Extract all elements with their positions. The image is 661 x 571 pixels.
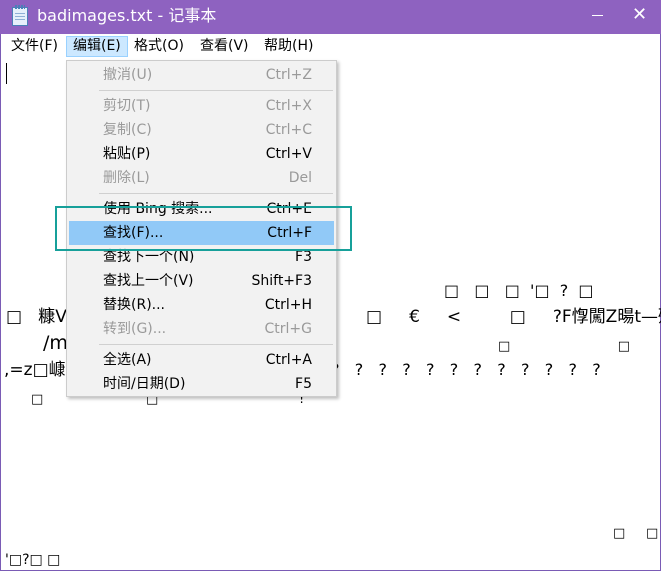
menu-item-shortcut: Ctrl+V (265, 146, 312, 162)
menu-item-cut[interactable]: 剪切(T) Ctrl+X (69, 94, 334, 118)
text-caret (6, 63, 7, 84)
menu-item-shortcut: Ctrl+X (265, 98, 312, 114)
menu-item-shortcut: Ctrl+Z (265, 67, 312, 83)
text-line: ? ? ? ? ? ? ? ? ? ? ? ? (331, 360, 601, 379)
menu-item-label: 查找上一个(V) (103, 273, 194, 289)
menu-item-shortcut: Ctrl+C (265, 122, 312, 138)
menu-item-delete[interactable]: 删除(L) Del (69, 166, 334, 190)
menu-separator (99, 344, 333, 345)
menu-bar: 文件(F) 编辑(E) 格式(O) 查看(V) 帮助(H) (1, 34, 660, 59)
menu-item-time-date[interactable]: 时间/日期(D) F5 (69, 372, 334, 396)
menu-item-label: 替换(R)... (103, 297, 166, 313)
title-bar[interactable]: badimages.txt - 记事本 ✕ (0, 0, 661, 34)
text-line: /m (43, 332, 68, 354)
menu-item-goto[interactable]: 转到(G)... Ctrl+G (69, 317, 334, 341)
menu-item-label: 剪切(T) (103, 98, 151, 114)
menu-item-label: 转到(G)... (103, 321, 167, 337)
menu-item-copy[interactable]: 复制(C) Ctrl+C (69, 118, 334, 142)
text-line: □ € < □ ?F惸闖Z暘t—殌 (366, 307, 661, 327)
menu-item-label: 撤消(U) (103, 67, 153, 83)
menu-item-shortcut: Ctrl+A (265, 352, 312, 368)
menu-item-label: 粘贴(P) (103, 146, 151, 162)
menu-item-label: 复制(C) (103, 122, 152, 138)
text-line: □ □ (498, 339, 631, 354)
text-line: '□?□ □ (5, 552, 61, 568)
menu-item-paste[interactable]: 粘贴(P) Ctrl+V (69, 142, 334, 166)
menu-format[interactable]: 格式(O) (128, 36, 190, 57)
menu-item-shortcut: F5 (295, 376, 312, 392)
menu-item-replace[interactable]: 替换(R)... Ctrl+H (69, 293, 334, 317)
menu-item-find-previous[interactable]: 查找上一个(V) Shift+F3 (69, 269, 334, 293)
text-line: □ □ □ '□ ? □ (444, 281, 594, 300)
text-line: □ □ (613, 526, 659, 541)
text-line: □ 糠V (6, 307, 67, 327)
notepad-app-icon[interactable] (12, 5, 28, 26)
menu-item-select-all[interactable]: 全选(A) Ctrl+A (69, 348, 334, 372)
menu-separator (99, 90, 333, 91)
menu-item-shortcut: Del (288, 170, 312, 186)
menu-help[interactable]: 帮助(H) (258, 36, 319, 57)
menu-item-label: 时间/日期(D) (103, 376, 186, 392)
menu-item-undo[interactable]: 撤消(U) Ctrl+Z (69, 63, 334, 87)
window-title: badimages.txt - 记事本 (37, 6, 217, 25)
menu-file[interactable]: 文件(F) (5, 36, 64, 57)
menu-edit[interactable]: 编辑(E) (66, 36, 128, 57)
close-icon: ✕ (632, 4, 648, 25)
text-line: ,=z□嵻 (4, 360, 66, 380)
menu-separator (99, 193, 333, 194)
menu-item-label: 删除(L) (103, 170, 150, 186)
menu-item-shortcut: Ctrl+G (264, 321, 313, 337)
menu-item-shortcut: Ctrl+H (264, 297, 312, 313)
menu-item-shortcut: Shift+F3 (251, 273, 312, 289)
minimize-button[interactable] (580, 0, 616, 30)
menu-item-label: 全选(A) (103, 352, 152, 368)
highlight-annotation-box (55, 206, 352, 251)
close-button[interactable]: ✕ (622, 0, 661, 30)
text-line: □ (31, 392, 44, 407)
menu-view[interactable]: 查看(V) (194, 36, 255, 57)
